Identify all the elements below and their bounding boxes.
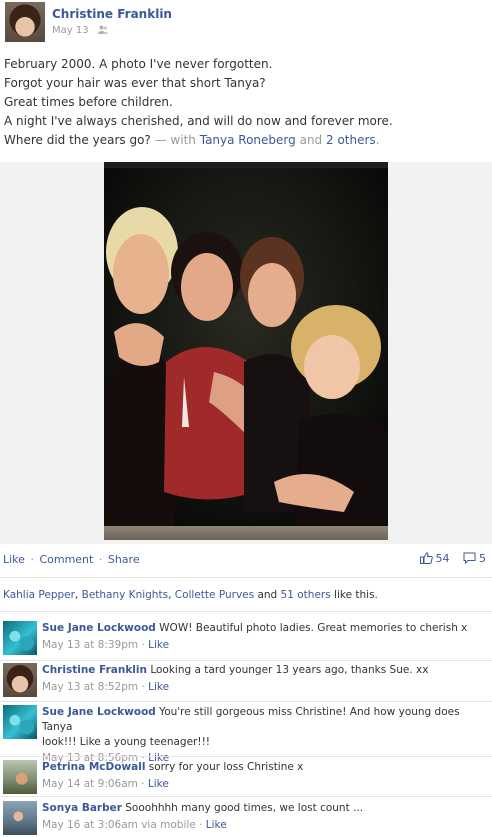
post-counts: 54 5 [419,552,486,565]
comment-text-line2: look!!! Like a young teenager!!! [42,736,210,748]
divider [0,577,492,578]
post-header: Christine Franklin May 13 [0,0,492,50]
commenter-name-link[interactable]: Sue Jane Lockwood [42,706,156,718]
separator: · [199,819,203,831]
liker-link[interactable]: Bethany Knights [82,589,168,601]
period: . [375,133,380,147]
comment-time[interactable]: May 16 at 3:06am [42,819,138,831]
friends-icon[interactable] [97,25,108,34]
likes-count[interactable]: 54 [419,552,454,565]
post-line: A night I've always cherished, and will … [4,114,393,128]
photo-border [104,526,388,540]
comment-body: Sue Jane Lockwood WOW! Beautiful photo l… [42,621,488,653]
divider [0,701,492,702]
comment-time[interactable]: May 14 at 9:06am [42,778,138,790]
likes-others-link[interactable]: 51 others [281,589,331,601]
comment-time[interactable]: May 13 at 8:39pm [42,639,138,651]
and-word: and [299,133,323,147]
commenter-name-link[interactable]: Christine Franklin [42,664,147,676]
divider [0,796,492,797]
photo-image [104,162,388,540]
tagged-others-link[interactable]: 2 others [326,133,376,147]
comment-time[interactable]: May 13 at 8:52pm [42,681,138,693]
comment-body: Christine Franklin Looking a tard younge… [42,663,488,695]
post-line: Forgot your hair was ever that short Tan… [4,76,266,90]
comment-button[interactable]: Comment [39,553,93,566]
likes-separator: , [74,589,82,601]
post-actions: Like · Comment · Share [3,553,140,566]
comment-meta: May 14 at 9:06am · Like [42,777,488,792]
separator: · [98,553,103,566]
comment-meta: May 16 at 3:06am via mobile · Like [42,818,488,833]
tagged-person-link[interactable]: Tanya Roneberg [200,133,296,147]
separator: · [141,681,145,693]
thumbs-up-icon [419,552,433,564]
comments-count-value: 5 [479,552,486,565]
likes-suffix: like this. [330,589,378,601]
comment-meta: May 13 at 8:39pm · Like [42,638,488,653]
separator: · [141,778,145,790]
comment-text: Looking a tard younger 13 years ago, tha… [150,664,429,676]
comment-body: Petrina McDowall sorry for your loss Chr… [42,760,488,792]
post-line-with-tags: Where did the years go? — with Tanya Ron… [4,131,488,150]
like-button[interactable]: Like [3,553,25,566]
likes-summary: Kahlia Pepper, Bethany Knights, Collette… [3,589,378,601]
likes-count-value: 54 [435,552,450,565]
comment-icon [463,552,476,564]
comment-text: Sooohhhh many good times, we lost count … [125,802,364,814]
comment-meta: May 13 at 8:52pm · Like [42,680,488,695]
commenter-avatar[interactable] [3,663,37,697]
comment-text: WOW! Beautiful photo ladies. Great memor… [159,622,468,634]
commenter-name-link[interactable]: Sonya Barber [42,802,122,814]
post-photo[interactable] [104,162,388,540]
post-text: February 2000. A photo I've never forgot… [4,55,488,150]
comment-like-button[interactable]: Like [148,681,169,693]
author-avatar[interactable] [5,2,45,42]
commenter-avatar[interactable] [3,760,37,794]
divider [0,756,492,757]
comment-like-button[interactable]: Like [148,778,169,790]
comment-like-button[interactable]: Like [148,639,169,651]
separator: · [141,639,145,651]
liker-link[interactable]: Collette Purves [175,589,254,601]
with-prefix: — with [154,133,196,147]
separator: · [30,553,34,566]
likes-separator: , [168,589,175,601]
divider [0,611,492,612]
comment-body: Sonya Barber Sooohhhh many good times, w… [42,801,488,833]
commenter-avatar[interactable] [3,705,37,739]
divider [0,660,492,661]
post-line: Where did the years go? [4,133,151,147]
share-button[interactable]: Share [108,553,140,566]
comments-count[interactable]: 5 [463,552,486,565]
post-meta: May 13 [52,25,108,36]
photo-container [0,162,492,544]
commenter-name-link[interactable]: Sue Jane Lockwood [42,622,156,634]
liker-link[interactable]: Kahlia Pepper [3,589,75,601]
comment-via: via mobile [141,819,196,831]
comment-like-button[interactable]: Like [206,819,227,831]
author-name-link[interactable]: Christine Franklin [52,7,172,21]
commenter-avatar[interactable] [3,621,37,655]
commenter-name-link[interactable]: Petrina McDowall [42,761,145,773]
commenter-avatar[interactable] [3,801,37,835]
comment-text: sorry for your loss Christine x [148,761,304,773]
likes-and: and [254,589,281,601]
post-line: February 2000. A photo I've never forgot… [4,57,273,71]
post-line: Great times before children. [4,95,173,109]
post-date-link[interactable]: May 13 [52,25,89,36]
